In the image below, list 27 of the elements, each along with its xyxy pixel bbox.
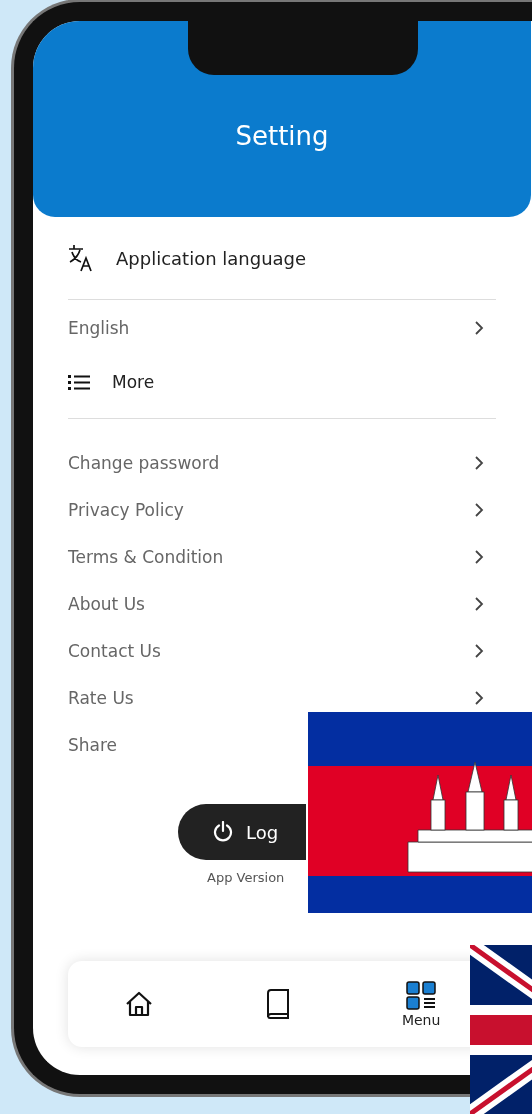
language-value: English xyxy=(68,318,130,338)
menu-item[interactable]: Share xyxy=(68,734,118,755)
chevron-icon xyxy=(474,595,484,612)
power-icon xyxy=(212,821,234,843)
grid-menu-icon[interactable] xyxy=(405,980,438,1010)
menu-item[interactable]: Contact Us xyxy=(68,640,161,661)
menu-item[interactable]: Rate Us xyxy=(68,687,134,708)
chevron-icon xyxy=(474,689,484,706)
book-icon[interactable] xyxy=(264,988,291,1020)
chevron-icon xyxy=(474,548,484,565)
chevron-icon xyxy=(474,501,484,518)
chevron-icon xyxy=(474,642,484,659)
language-row[interactable]: English xyxy=(68,300,496,356)
chevron-icon xyxy=(474,320,484,336)
app-version: App Version xyxy=(207,870,285,885)
translate-icon xyxy=(68,244,94,272)
nav-label: Menu xyxy=(401,1012,441,1028)
menu-item[interactable]: Change password xyxy=(68,452,220,473)
logout-button[interactable]: Log xyxy=(178,804,306,860)
list-icon xyxy=(68,374,90,390)
chevron-icon xyxy=(474,454,484,471)
menu-item[interactable]: Terms & Condition xyxy=(68,546,224,567)
page-title: Setting xyxy=(235,121,329,151)
section-title: Application language xyxy=(116,247,307,269)
section-title: More xyxy=(112,372,155,392)
menu-item[interactable]: About Us xyxy=(68,593,145,614)
menu-item[interactable]: Privacy Policy xyxy=(68,499,184,520)
